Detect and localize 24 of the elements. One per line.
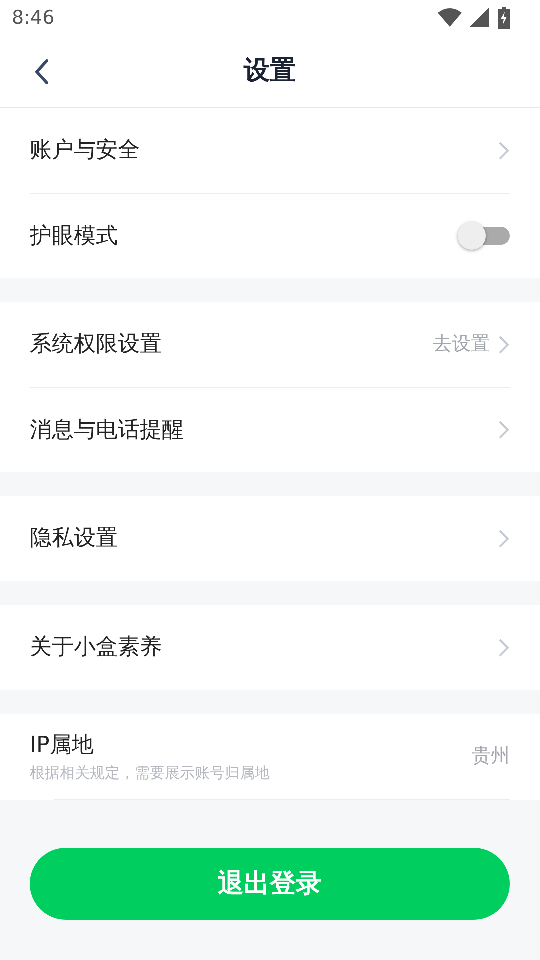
chevron-icon: [498, 140, 510, 160]
setting-value: 去设置: [433, 332, 490, 358]
setting-label: 护眼模式: [30, 222, 118, 250]
setting-value: 贵州: [472, 744, 510, 770]
toggle-switch[interactable]: [458, 221, 510, 251]
battery-icon: [498, 7, 510, 29]
setting-label: IP属地: [30, 732, 95, 760]
page-title: 设置: [244, 55, 296, 88]
setting-label: 关于小盒素养: [30, 634, 162, 662]
signal-icon: [470, 8, 490, 28]
setting-label: 账户与安全: [30, 137, 140, 165]
chevron-icon: [498, 334, 510, 354]
setting-label: 消息与电话提醒: [30, 416, 184, 444]
setting-label: 隐私设置: [30, 525, 118, 553]
wifi-icon: [438, 8, 462, 28]
setting-description: 根据相关规定，需要展示账号归属地: [30, 762, 270, 784]
setting-label: 系统权限设置: [30, 331, 162, 359]
settings-row[interactable]: 消息与电话提醒: [30, 387, 510, 472]
chevron-icon: [498, 420, 510, 440]
settings-row[interactable]: 账户与安全: [30, 108, 510, 193]
status-time: 8:46: [12, 6, 55, 31]
settings-row[interactable]: 系统权限设置 去设置: [30, 302, 510, 387]
chevron-icon: [498, 638, 510, 658]
chevron-icon: [498, 528, 510, 548]
